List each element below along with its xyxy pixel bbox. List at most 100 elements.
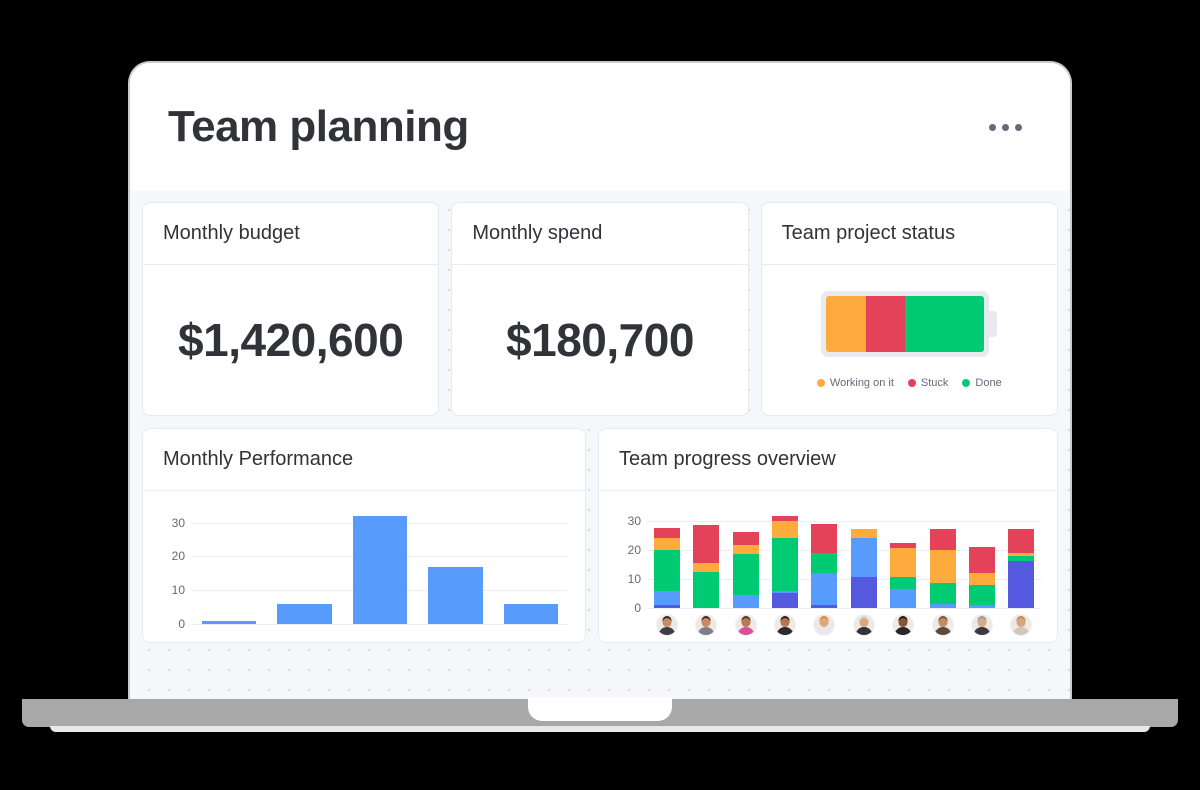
card-title: Monthly budget	[163, 222, 300, 244]
card-header: Team progress overview	[599, 429, 1057, 491]
card-body: 0 10 20 30	[599, 491, 1057, 642]
avatar-slot[interactable]	[726, 614, 765, 636]
stack-segment	[1008, 561, 1035, 608]
stack-segment	[693, 525, 720, 563]
bar-slot[interactable]	[418, 509, 494, 624]
y-axis-tick-label: 10	[171, 583, 185, 598]
card-team-progress-overview[interactable]: Team progress overview 0 10 20 30	[598, 428, 1058, 643]
avatar[interactable]	[813, 614, 836, 636]
stack-segment	[850, 577, 877, 608]
avatar-head	[701, 618, 711, 627]
stack-segment	[653, 527, 680, 539]
kebab-dot	[1002, 123, 1009, 131]
widget-row-bottom: Monthly Performance 0 10 20 30 Team prog…	[142, 428, 1058, 643]
gridline	[647, 608, 1041, 609]
bar-slot[interactable]	[267, 509, 343, 624]
stack-segment	[1008, 529, 1035, 553]
stack-segment	[968, 584, 995, 606]
stack-segment	[811, 573, 838, 606]
stack-segment	[732, 594, 759, 608]
stack-segment	[890, 548, 917, 578]
avatar[interactable]	[852, 614, 875, 636]
y-axis-tick-label: 30	[627, 513, 641, 528]
card-monthly-budget[interactable]: Monthly budget $1,420,600	[142, 202, 440, 416]
bar-slot[interactable]	[342, 509, 418, 624]
card-body: 0 10 20 30	[143, 491, 585, 642]
y-axis-tick-label: 20	[627, 542, 641, 557]
avatar-slot[interactable]	[647, 614, 686, 636]
legend-color-dot	[816, 379, 825, 387]
monthly-budget-value: $1,420,600	[178, 314, 404, 366]
legend-item: Working on it	[816, 377, 894, 389]
laptop-base-notch	[528, 697, 672, 721]
stack-segment	[771, 538, 798, 591]
avatar[interactable]	[892, 614, 915, 636]
card-team-project-status[interactable]: Team project status Working on it Stuck Do…	[760, 202, 1058, 416]
kebab-menu-icon[interactable]	[981, 116, 1030, 139]
stack-segment	[850, 529, 877, 539]
card-monthly-performance[interactable]: Monthly Performance 0 10 20 30	[142, 428, 586, 643]
avatar-slot[interactable]	[844, 614, 883, 636]
stack-segment	[653, 605, 680, 608]
avatar-body	[815, 627, 833, 635]
stack-segment	[890, 589, 917, 608]
card-header: Team project status	[761, 203, 1057, 265]
avatar-slot[interactable]	[883, 614, 922, 636]
stacked-bar-slot[interactable]	[765, 509, 804, 608]
card-header: Monthly spend	[452, 203, 748, 265]
legend-item: Done	[962, 377, 1002, 389]
stack-segment	[968, 605, 995, 608]
card-header: Monthly budget	[143, 203, 439, 265]
card-title: Monthly Performance	[163, 448, 354, 470]
bar-slot[interactable]	[493, 509, 569, 624]
screenshot-stage: Team planning Monthly budget $1,420,600	[0, 0, 1200, 790]
stacked-bar-slot[interactable]	[726, 509, 765, 608]
stacked-bar-slot[interactable]	[923, 509, 962, 608]
y-axis: 0 10 20 30	[613, 509, 647, 615]
avatar-head	[898, 618, 908, 627]
battery-nub-icon	[988, 311, 998, 337]
avatar-slot[interactable]	[686, 614, 725, 636]
stack-segment	[968, 546, 995, 574]
status-battery-chart	[821, 291, 998, 357]
laptop-base-lip	[50, 726, 1150, 732]
avatar[interactable]	[655, 614, 678, 636]
card-title: Monthly spend	[472, 222, 603, 244]
avatar[interactable]	[734, 614, 757, 636]
avatar-slot[interactable]	[765, 614, 804, 636]
avatar-body	[697, 627, 715, 635]
stacked-bar-slot[interactable]	[686, 509, 725, 608]
y-axis-tick-label: 20	[171, 549, 185, 564]
stack-segment	[653, 549, 680, 591]
avatar-slot[interactable]	[1002, 614, 1041, 636]
avatar[interactable]	[970, 614, 993, 636]
card-header: Monthly Performance	[143, 429, 585, 491]
legend-color-dot	[962, 379, 971, 387]
bar-slot[interactable]	[191, 509, 267, 624]
avatar-slot[interactable]	[962, 614, 1001, 636]
stacked-bar-slot[interactable]	[1002, 509, 1041, 608]
stacked-bar-slot[interactable]	[647, 509, 686, 608]
avatar-slot[interactable]	[805, 614, 844, 636]
avatar[interactable]	[773, 614, 796, 636]
card-body: $1,420,600	[143, 265, 438, 415]
avatar[interactable]	[695, 614, 718, 636]
widget-row-top: Monthly budget $1,420,600 Monthly spend …	[142, 202, 1058, 416]
avatar-head	[662, 618, 672, 627]
avatar-slot[interactable]	[923, 614, 962, 636]
stacked-bar-slot[interactable]	[962, 509, 1001, 608]
card-body: Working on it Stuck Done	[762, 265, 1057, 415]
avatar[interactable]	[1010, 614, 1033, 636]
avatar-body	[894, 627, 912, 635]
stacked-bar-slot[interactable]	[883, 509, 922, 608]
avatar[interactable]	[931, 614, 954, 636]
avatar-head	[819, 618, 829, 627]
battery-segment	[905, 296, 985, 352]
card-monthly-spend[interactable]: Monthly spend $180,700	[451, 202, 749, 416]
avatar-body	[658, 627, 676, 635]
avatar-body	[1012, 627, 1030, 635]
stacked-bar-slot[interactable]	[805, 509, 844, 608]
stacked-bar-slot[interactable]	[844, 509, 883, 608]
page-title: Team planning	[168, 102, 469, 151]
bar	[277, 603, 332, 624]
